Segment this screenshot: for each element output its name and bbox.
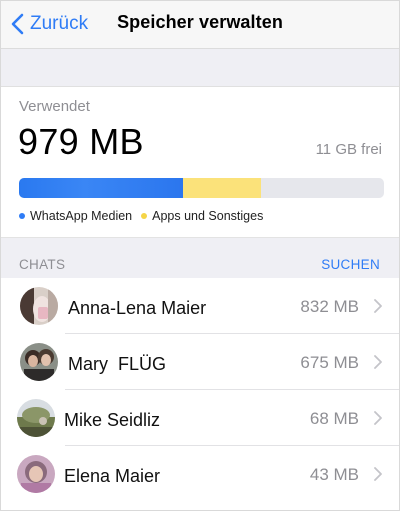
chat-row-mary-flug[interactable]: Mary FLÜG 675 MB — [1, 334, 399, 390]
avatar — [20, 287, 58, 325]
used-value: 979 MB — [18, 121, 144, 162]
legend-dot-apps — [141, 213, 148, 219]
legend-label-apps: Apps und Sonstiges — [152, 209, 264, 223]
used-label: Verwendet — [19, 98, 90, 115]
search-button[interactable]: SUCHEN — [321, 257, 380, 272]
chat-name: Mary FLÜG — [68, 354, 167, 374]
chat-list: Anna-Lena Maier 832 MB Mary FLÜG 675 MB — [1, 278, 399, 502]
chat-size: 43 MB — [309, 465, 359, 484]
chats-section-header: CHATS SUCHEN — [1, 237, 399, 279]
legend-item-media: WhatsApp Medien — [19, 209, 132, 223]
chats-section-title: CHATS — [19, 257, 66, 272]
chat-name: Mike Seidliz — [64, 410, 161, 430]
avatar — [17, 399, 55, 437]
legend-label-media: WhatsApp Medien — [30, 209, 133, 223]
page-title: Speicher verwalten — [117, 12, 283, 32]
legend-dot-media — [19, 213, 25, 219]
group-spacer — [1, 49, 399, 87]
chat-row-elena-maier[interactable]: Elena Maier 43 MB — [1, 446, 399, 502]
chat-size: 832 MB — [300, 297, 359, 316]
storage-bar-apps-segment — [183, 178, 262, 198]
chat-row-mike-seidliz[interactable]: Mike Seidliz 68 MB — [1, 390, 399, 446]
chat-size: 68 MB — [309, 409, 359, 428]
chat-size: 675 MB — [300, 353, 359, 372]
storage-usage-bar — [19, 178, 384, 198]
avatar — [20, 343, 58, 381]
chevron-right-icon — [374, 299, 382, 318]
chevron-right-icon — [374, 355, 382, 374]
free-value: 11 GB frei — [315, 141, 382, 158]
chat-name: Elena Maier — [64, 466, 161, 486]
chat-row-anna-lena-maier[interactable]: Anna-Lena Maier 832 MB — [1, 278, 399, 334]
navigation-bar: Zurück Speicher verwalten — [1, 1, 399, 49]
storage-screen: Zurück Speicher verwalten Verwendet 979 … — [0, 0, 400, 511]
storage-legend: WhatsApp Medien Apps und Sonstiges — [19, 209, 272, 223]
chat-name: Anna-Lena Maier — [68, 298, 207, 318]
avatar — [17, 455, 55, 493]
storage-summary: Verwendet 979 MB 11 GB frei WhatsApp Med… — [1, 87, 399, 237]
chevron-right-icon — [374, 411, 382, 430]
storage-bar-media-segment — [19, 178, 184, 198]
chevron-right-icon — [374, 467, 382, 486]
legend-item-apps: Apps und Sonstiges — [141, 209, 263, 223]
